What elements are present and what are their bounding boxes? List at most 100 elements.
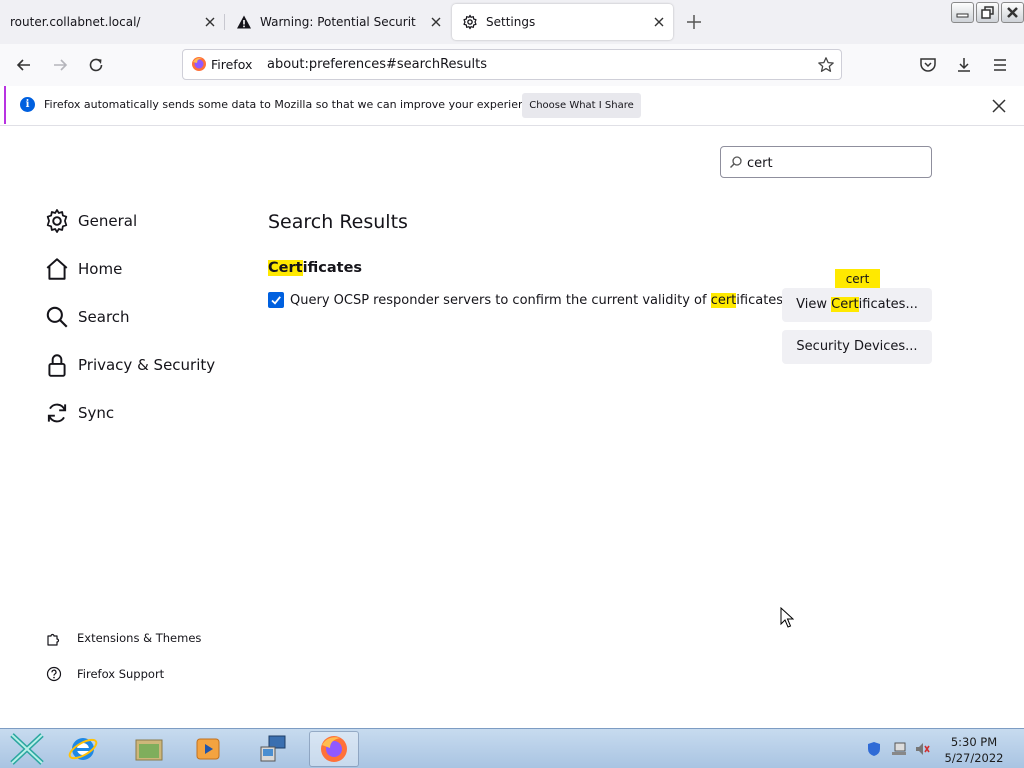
- sidebar-item-firefox-support[interactable]: Firefox Support: [46, 664, 164, 684]
- tab-security-warning[interactable]: Warning: Potential Security Risk Ahead: [226, 4, 450, 40]
- volume-muted-tray-icon[interactable]: [914, 741, 930, 757]
- close-icon: [1007, 7, 1018, 18]
- restore-button[interactable]: [976, 2, 999, 23]
- sidebar-item-privacy-security[interactable]: Privacy & Security: [44, 351, 215, 379]
- security-shield-tray-icon[interactable]: [866, 741, 882, 757]
- pocket-icon[interactable]: [918, 55, 938, 75]
- button-text: View: [796, 297, 832, 312]
- taskbar-network-app[interactable]: [248, 731, 298, 767]
- data-collection-notification: i Firefox automatically sends some data …: [0, 86, 1024, 126]
- lock-icon: [48, 354, 66, 377]
- internet-explorer-icon: [68, 738, 98, 760]
- settings-search[interactable]: [720, 146, 932, 178]
- info-icon: i: [20, 97, 35, 112]
- taskbar-media-player[interactable]: [183, 731, 233, 767]
- start-menu-icon[interactable]: [4, 731, 50, 767]
- back-arrow-icon[interactable]: [14, 55, 34, 75]
- url-bar[interactable]: Firefox about:preferences#searchResults: [182, 49, 842, 80]
- help-icon: [46, 666, 62, 682]
- navigation-bar: Firefox about:preferences#searchResults: [0, 44, 1024, 86]
- minimize-button[interactable]: [951, 2, 974, 23]
- url-text[interactable]: about:preferences#searchResults: [267, 57, 487, 72]
- tab-title: Settings: [486, 15, 536, 29]
- taskbar-internet-explorer[interactable]: [58, 731, 108, 767]
- tab-settings[interactable]: Settings: [452, 4, 673, 40]
- close-notification-icon[interactable]: [990, 97, 1008, 115]
- new-tab-icon[interactable]: [684, 12, 704, 32]
- sidebar-item-sync[interactable]: Sync: [44, 399, 114, 427]
- search-highlight: Cert: [268, 260, 303, 276]
- sidebar-item-label: General: [78, 212, 138, 230]
- tab-strip: router.collabnet.local/ Warning: Potenti…: [0, 0, 1024, 44]
- menu-icon[interactable]: [990, 55, 1010, 75]
- taskbar-explorer[interactable]: [124, 731, 174, 767]
- minimize-icon: [956, 13, 969, 18]
- label-text: ificates: [736, 292, 784, 308]
- sidebar-item-extensions-themes[interactable]: Extensions & Themes: [46, 628, 201, 648]
- sidebar-item-label: Privacy & Security: [78, 356, 216, 374]
- certificates-heading: Certificates: [268, 260, 362, 276]
- tab-title: Warning: Potential Security Risk Ahead: [260, 15, 416, 29]
- close-tab-icon[interactable]: [202, 14, 218, 30]
- puzzle-icon: [47, 633, 60, 646]
- window-controls: [949, 2, 1024, 23]
- identity-label: Firefox: [211, 56, 253, 72]
- sidebar-item-search[interactable]: Search: [44, 303, 130, 331]
- sidebar-item-label: Search: [78, 308, 130, 326]
- clock-time: 5:30 PM: [950, 735, 998, 749]
- close-window-button[interactable]: [1001, 2, 1024, 23]
- restore-icon: [981, 6, 994, 19]
- sidebar-item-label: Sync: [78, 404, 115, 422]
- sidebar-item-home[interactable]: Home: [44, 255, 122, 283]
- sidebar-item-label: Home: [78, 260, 123, 278]
- clock-date: 5/27/2022: [944, 751, 1004, 765]
- firefox-logo-icon: [192, 57, 206, 71]
- search-highlight: cert: [710, 292, 737, 308]
- downloads-icon[interactable]: [954, 55, 974, 75]
- settings-page: General Home Search Privacy & Security S…: [0, 127, 1024, 728]
- search-tooltip: cert: [835, 269, 880, 289]
- system-clock[interactable]: 5:30 PM 5/27/2022: [938, 734, 1010, 766]
- gear-icon: [46, 209, 68, 233]
- choose-what-i-share-button[interactable]: Choose What I Share: [522, 93, 641, 118]
- search-icon: [730, 156, 742, 168]
- search-highlight: Cert: [831, 297, 859, 312]
- folder-icon: [135, 739, 163, 761]
- heading-text: ificates: [302, 260, 363, 276]
- security-devices-button[interactable]: Security Devices...: [782, 330, 932, 364]
- media-player-icon: [196, 738, 220, 760]
- home-icon: [46, 258, 68, 280]
- ocsp-label: Query OCSP responder servers to confirm …: [290, 292, 784, 308]
- tab-title: router.collabnet.local/: [10, 15, 141, 29]
- view-certificates-button[interactable]: View Certificates...: [782, 288, 932, 322]
- page-title: Search Results: [268, 211, 408, 233]
- tab-separator: [224, 14, 225, 30]
- identity-box[interactable]: Firefox: [191, 56, 252, 72]
- close-tab-icon[interactable]: [651, 14, 667, 30]
- firefox-logo-icon: [321, 736, 347, 762]
- checkmark-icon: [271, 296, 281, 305]
- label-text: Query OCSP responder servers to confirm …: [290, 292, 711, 308]
- sidebar-item-general[interactable]: General: [44, 207, 137, 235]
- mouse-cursor-icon: [780, 607, 794, 628]
- network-computer-icon: [260, 735, 286, 762]
- settings-search-input[interactable]: [747, 153, 925, 173]
- sidebar-item-label: Extensions & Themes: [77, 631, 202, 645]
- notification-message: Firefox automatically sends some data to…: [44, 98, 542, 111]
- warning-icon: [237, 15, 251, 29]
- gear-icon: [463, 14, 477, 30]
- tab-router[interactable]: router.collabnet.local/: [0, 4, 224, 40]
- forward-arrow-icon[interactable]: [50, 55, 70, 75]
- taskbar-firefox[interactable]: [309, 731, 359, 767]
- bookmark-star-icon[interactable]: [817, 56, 835, 74]
- button-text: ificates...: [858, 297, 918, 312]
- search-icon: [46, 306, 68, 328]
- network-tray-icon[interactable]: [891, 741, 907, 757]
- sync-icon: [47, 403, 67, 423]
- ocsp-checkbox-row[interactable]: Query OCSP responder servers to confirm …: [268, 292, 783, 308]
- sidebar-item-label: Firefox Support: [77, 667, 165, 681]
- ocsp-checkbox[interactable]: [268, 292, 284, 308]
- reload-icon[interactable]: [86, 55, 106, 75]
- close-tab-icon[interactable]: [428, 14, 444, 30]
- taskbar: 5:30 PM 5/27/2022: [0, 728, 1024, 768]
